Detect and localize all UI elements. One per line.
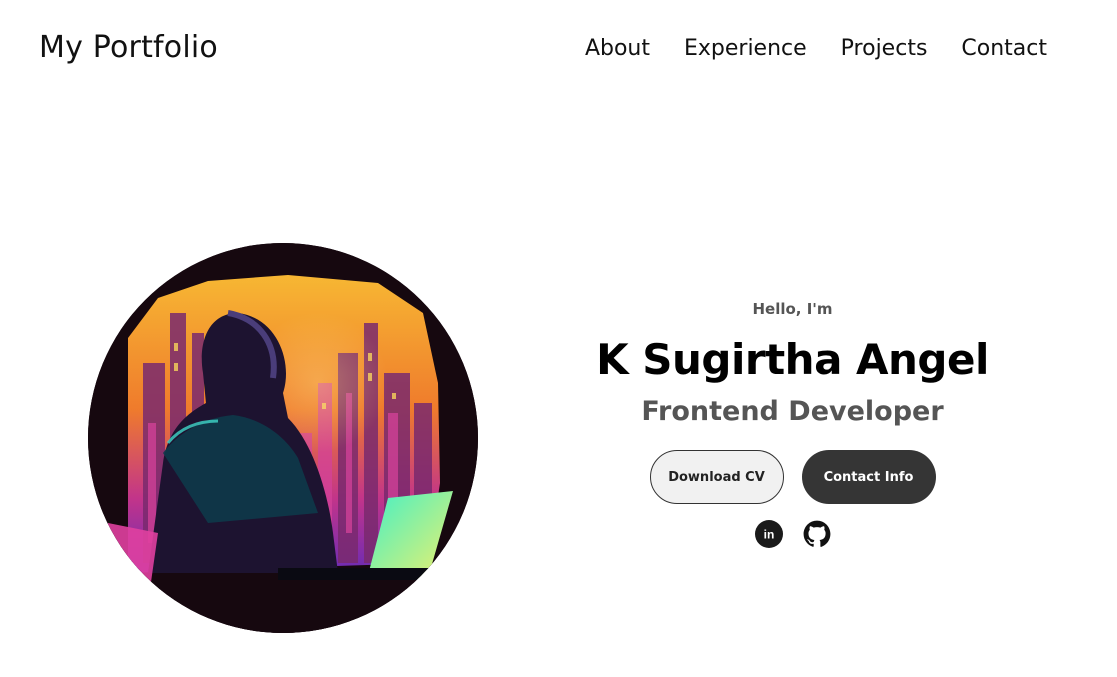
- top-navigation: My Portfolio About Experience Projects C…: [0, 0, 1117, 100]
- profile-illustration: [88, 243, 478, 633]
- linkedin-glyph: in: [763, 528, 774, 542]
- profile-picture: [88, 243, 478, 633]
- nav-link-experience[interactable]: Experience: [684, 36, 807, 61]
- nav-link-contact[interactable]: Contact: [961, 36, 1047, 61]
- hero-buttons: Download CV Contact Info: [560, 450, 1025, 504]
- person-name: K Sugirtha Angel: [596, 335, 989, 384]
- site-logo[interactable]: My Portfolio: [39, 30, 218, 65]
- contact-info-button[interactable]: Contact Info: [801, 450, 936, 504]
- nav-link-projects[interactable]: Projects: [841, 36, 928, 61]
- nav-link-about[interactable]: About: [585, 36, 650, 61]
- hero-intro: Hello, I'm K Sugirtha Angel Frontend Dev…: [560, 300, 1025, 548]
- social-links: in: [560, 520, 1025, 548]
- linkedin-icon[interactable]: in: [754, 520, 783, 548]
- download-cv-button[interactable]: Download CV: [649, 450, 784, 504]
- greeting-text: Hello, I'm: [752, 300, 833, 318]
- github-icon[interactable]: [803, 520, 831, 548]
- job-title: Frontend Developer: [641, 396, 944, 427]
- nav-links: About Experience Projects Contact: [585, 36, 1047, 61]
